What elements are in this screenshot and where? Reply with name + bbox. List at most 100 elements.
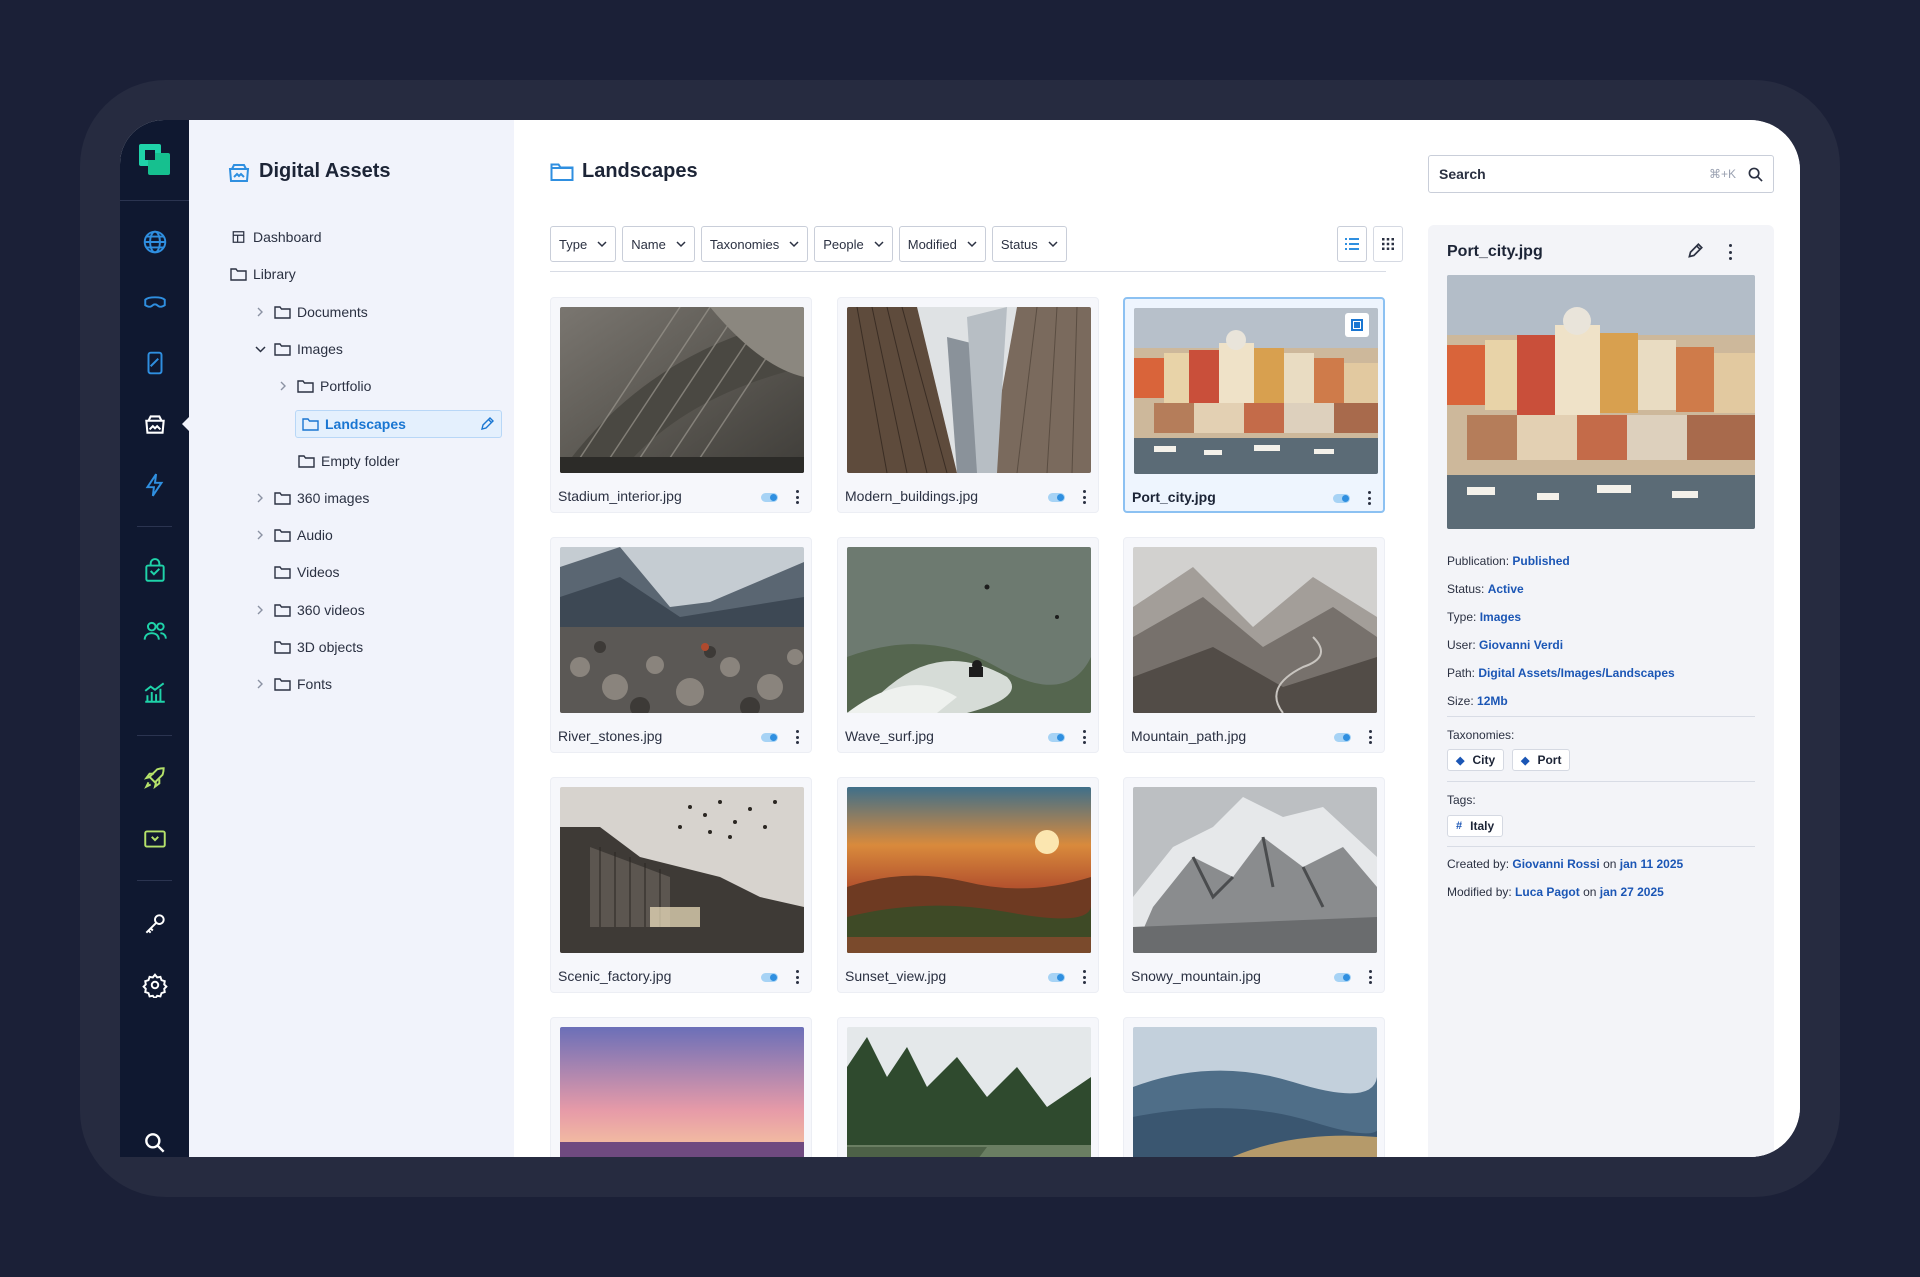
asset-card[interactable]: Snowy_mountain.jpg <box>1123 777 1385 993</box>
search-icon[interactable] <box>1748 167 1763 182</box>
asset-card[interactable]: Modern_buildings.jpg <box>837 297 1099 513</box>
chevron-right-icon[interactable] <box>252 490 268 506</box>
visibility-toggle[interactable] <box>1048 493 1065 502</box>
more-options-icon[interactable] <box>1726 244 1734 260</box>
meta-modified: Modified by: Luca Pagot on jan 27 2025 <box>1447 885 1664 899</box>
asset-name: Mountain_path.jpg <box>1131 728 1247 744</box>
taxonomy-chip[interactable]: ◆ Port <box>1512 749 1571 771</box>
tree-item-portfolio[interactable]: Portfolio <box>275 372 371 400</box>
asset-name: Modern_buildings.jpg <box>845 488 979 504</box>
tree-item-fonts[interactable]: Fonts <box>252 670 332 698</box>
visibility-toggle[interactable] <box>761 733 778 742</box>
more-options-icon[interactable] <box>1080 488 1088 506</box>
chevron-down-icon <box>967 240 977 247</box>
asset-browser: Landscapes Type Name Taxonomies People M… <box>514 120 1421 1157</box>
rocket-icon[interactable] <box>140 763 169 792</box>
search-icon[interactable] <box>140 1128 169 1157</box>
list-view-button[interactable] <box>1337 226 1367 262</box>
more-options-icon[interactable] <box>1080 968 1088 986</box>
phone-icon[interactable] <box>140 348 169 377</box>
edit-icon[interactable] <box>1686 242 1704 260</box>
asset-card[interactable] <box>837 1017 1099 1157</box>
media-icon[interactable] <box>140 824 169 853</box>
search-input[interactable] <box>1439 166 1709 182</box>
filter-name[interactable]: Name <box>622 226 695 262</box>
type-value[interactable]: Images <box>1480 610 1521 624</box>
asset-card[interactable]: Mountain_path.jpg <box>1123 537 1385 753</box>
filter-type[interactable]: Type <box>550 226 617 262</box>
asset-card-selected[interactable]: Port_city.jpg <box>1123 297 1385 513</box>
asset-card[interactable] <box>1123 1017 1385 1157</box>
tree-item-library[interactable]: Library <box>230 260 296 288</box>
filter-taxonomies[interactable]: Taxonomies <box>700 226 809 262</box>
chevron-right-icon[interactable] <box>275 378 291 394</box>
search-bar[interactable]: ⌘+K <box>1428 155 1774 193</box>
tree-item-360-images[interactable]: 360 images <box>252 484 369 512</box>
selected-checkbox[interactable] <box>1345 313 1369 337</box>
tree-item-360-videos[interactable]: 360 videos <box>252 596 365 624</box>
tree-item-documents[interactable]: Documents <box>252 298 368 326</box>
logo-icon[interactable] <box>139 144 170 175</box>
tree-item-audio[interactable]: Audio <box>252 521 333 549</box>
more-options-icon[interactable] <box>793 968 801 986</box>
chevron-down-icon <box>676 240 686 247</box>
more-options-icon[interactable] <box>793 488 801 506</box>
grid-view-button[interactable] <box>1373 226 1403 262</box>
tree-item-3d-objects[interactable]: 3D objects <box>274 633 363 661</box>
asset-card[interactable] <box>550 1017 812 1157</box>
creator-link[interactable]: Giovanni Rossi <box>1512 857 1599 871</box>
asset-card[interactable]: Wave_surf.jpg <box>837 537 1099 753</box>
visibility-toggle[interactable] <box>1333 494 1350 503</box>
asset-card[interactable]: Sunset_view.jpg <box>837 777 1099 993</box>
visibility-toggle[interactable] <box>1048 973 1065 982</box>
edit-icon[interactable] <box>479 416 495 432</box>
asset-card[interactable]: Scenic_factory.jpg <box>550 777 812 993</box>
publication-value[interactable]: Published <box>1512 554 1569 568</box>
globe-icon[interactable] <box>140 227 169 256</box>
visibility-toggle[interactable] <box>1048 733 1065 742</box>
status-value[interactable]: Active <box>1488 582 1524 596</box>
digital-assets-icon[interactable] <box>140 409 169 438</box>
visibility-toggle[interactable] <box>1334 733 1351 742</box>
key-icon[interactable] <box>140 909 169 938</box>
chevron-right-icon[interactable] <box>252 527 268 543</box>
tree-item-landscapes[interactable]: Landscapes <box>295 410 502 438</box>
users-icon[interactable] <box>140 616 169 645</box>
asset-card[interactable]: Stadium_interior.jpg <box>550 297 812 513</box>
visibility-toggle[interactable] <box>1334 973 1351 982</box>
folder-icon <box>274 641 291 654</box>
chevron-right-icon[interactable] <box>252 676 268 692</box>
asset-card[interactable]: River_stones.jpg <box>550 537 812 753</box>
analytics-icon[interactable] <box>140 677 169 706</box>
chevron-right-icon[interactable] <box>252 304 268 320</box>
more-options-icon[interactable] <box>1080 728 1088 746</box>
rail-divider <box>137 880 172 881</box>
bolt-icon[interactable] <box>140 470 169 499</box>
tag-chip[interactable]: # Italy <box>1447 815 1504 837</box>
chevron-right-icon[interactable] <box>252 602 268 618</box>
vr-headset-icon[interactable] <box>140 288 169 317</box>
visibility-toggle[interactable] <box>761 493 778 502</box>
more-options-icon[interactable] <box>1365 489 1373 507</box>
modifier-link[interactable]: Luca Pagot <box>1515 885 1580 899</box>
taxonomy-chip[interactable]: ◆ City <box>1447 749 1505 771</box>
more-options-icon[interactable] <box>793 728 801 746</box>
tree-item-dashboard[interactable]: Dashboard <box>230 223 322 251</box>
shopping-bag-icon[interactable] <box>140 556 169 585</box>
chevron-down-icon[interactable] <box>252 341 268 357</box>
more-options-icon[interactable] <box>1366 968 1374 986</box>
more-options-icon[interactable] <box>1366 728 1374 746</box>
tree-item-videos[interactable]: Videos <box>274 558 340 586</box>
asset-preview <box>1447 275 1755 529</box>
filter-modified[interactable]: Modified <box>898 226 986 262</box>
tree-item-images[interactable]: Images <box>252 335 343 363</box>
gear-icon[interactable] <box>140 970 169 999</box>
filter-status[interactable]: Status <box>991 226 1067 262</box>
filter-people[interactable]: People <box>814 226 893 262</box>
visibility-toggle[interactable] <box>761 973 778 982</box>
tree-item-label: Portfolio <box>320 378 372 394</box>
path-link[interactable]: Digital Assets/Images/Landscapes <box>1478 666 1674 680</box>
asset-details-panel: Port_city.jpg Publication: Published Sta… <box>1428 225 1774 1157</box>
user-link[interactable]: Giovanni Verdi <box>1479 638 1563 652</box>
tree-item-empty-folder[interactable]: Empty folder <box>298 447 400 475</box>
